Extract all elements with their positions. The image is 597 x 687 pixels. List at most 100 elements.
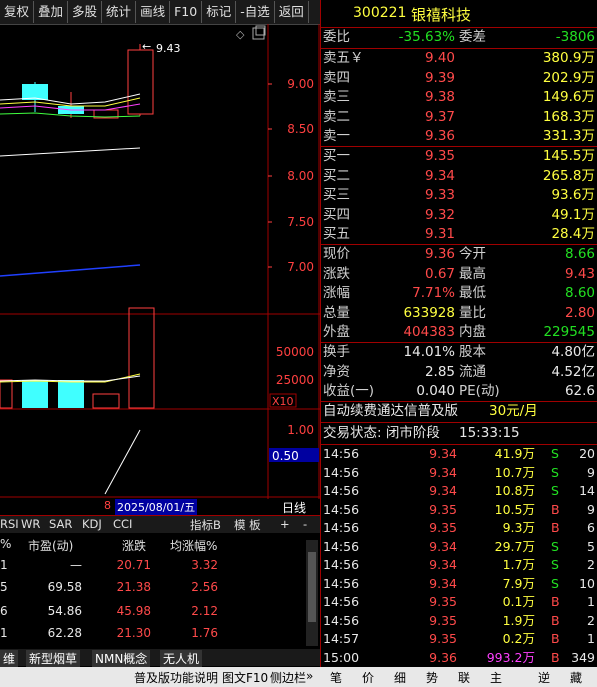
sidebar-link[interactable]: 侧边栏: [270, 669, 306, 686]
tick-row[interactable]: 15:00 9.36 993.2万 B 349: [321, 649, 597, 667]
ask-level[interactable]: 卖一 9.36 331.3万: [321, 127, 597, 147]
ask-level[interactable]: 卖二 9.37 168.3万: [321, 108, 597, 128]
table-row[interactable]: 1 — 20.71 3.32: [0, 558, 300, 576]
bid-level[interactable]: 买三 9.33 93.6万: [321, 186, 597, 206]
col-header[interactable]: 市盈(动): [28, 537, 73, 554]
tab-wr[interactable]: WR: [21, 517, 40, 531]
tick-price: 9.34: [429, 464, 457, 480]
ask-level[interactable]: 卖五￥ 9.40 380.9万: [321, 49, 597, 69]
tick-row[interactable]: 14:56 9.35 10.5万 B 9: [321, 501, 597, 519]
tab-kdj[interactable]: KDJ: [82, 517, 102, 531]
ask-label: 卖三: [323, 89, 350, 105]
tab-indicator-b[interactable]: 指标B: [190, 517, 221, 533]
toolbar-f10-button[interactable]: F10: [170, 1, 203, 23]
expand-arrow-icon[interactable]: »: [306, 669, 313, 683]
toolbar-draw-line-button[interactable]: 画线: [136, 1, 171, 23]
cell: 54.86: [47, 604, 82, 618]
tick-price: 9.35: [429, 501, 457, 517]
tab-sar[interactable]: SAR: [49, 517, 72, 531]
tick-row[interactable]: 14:56 9.35 9.3万 B 6: [321, 519, 597, 537]
ask-level[interactable]: 卖四 9.39 202.9万: [321, 69, 597, 89]
stock-name[interactable]: 银禧科技: [411, 4, 471, 25]
toolbar-multi-stock-button[interactable]: 多股: [68, 1, 103, 23]
tick-row[interactable]: 14:56 9.34 7.9万 S 10: [321, 575, 597, 593]
tick-row[interactable]: 14:56 9.34 1.7万 S 2: [321, 556, 597, 574]
indicator-current-value: 0.50: [272, 449, 299, 463]
tick-direction: S: [551, 446, 559, 461]
tick-price: 9.35: [429, 594, 457, 609]
tick-direction: B: [551, 649, 560, 665]
tab-rsi[interactable]: RSI: [0, 517, 19, 531]
bid-level[interactable]: 买四 9.32 49.1万: [321, 206, 597, 226]
tick-direction: S: [551, 483, 559, 498]
ask-price: 9.37: [424, 108, 455, 125]
table-row[interactable]: 6 54.86 45.98 2.12: [0, 604, 300, 622]
detail-tab[interactable]: 细: [394, 669, 406, 686]
toolbar-overlay-button[interactable]: 叠加: [34, 1, 69, 23]
edition-info-link[interactable]: 普及版功能说明: [134, 669, 218, 686]
col-header[interactable]: 涨跌: [122, 537, 146, 554]
bid-level[interactable]: 买五 9.31 28.4万: [321, 225, 597, 245]
detail-tab[interactable]: 主: [490, 669, 502, 686]
toolbar-back-button[interactable]: 返回: [275, 1, 309, 23]
detail-tab[interactable]: 藏: [570, 669, 582, 686]
table-row[interactable]: 5 69.58 21.38 2.56: [0, 580, 300, 598]
fund-label: 流通: [459, 363, 486, 380]
detail-tab[interactable]: 价: [362, 669, 374, 686]
toolbar-stats-button[interactable]: 统计: [102, 1, 137, 23]
period-label[interactable]: 日线: [282, 499, 306, 516]
promo-banner[interactable]: 自动续费通达信普及版 30元/月: [321, 402, 597, 422]
bid-level[interactable]: 买一 9.35 145.5万: [321, 147, 597, 167]
quote-label: 内盘: [459, 324, 486, 340]
table-scrollbar[interactable]: [306, 540, 318, 646]
zoom-out-button[interactable]: -: [303, 517, 307, 531]
detail-tab[interactable]: 联: [458, 669, 470, 686]
col-header[interactable]: %: [0, 537, 11, 551]
ask-volume: 202.9万: [542, 69, 595, 86]
tick-row[interactable]: 14:56 9.34 10.8万 S 14: [321, 482, 597, 500]
ask-level[interactable]: 卖三 9.38 149.6万: [321, 88, 597, 108]
sector-tab[interactable]: 无人机: [160, 650, 203, 667]
tick-row[interactable]: 14:56 9.34 10.7万 S 9: [321, 464, 597, 482]
ask-label: 卖五￥: [323, 50, 364, 66]
sector-tab[interactable]: 维: [0, 650, 19, 667]
price-axis-label: 7.50: [287, 215, 314, 229]
tick-row[interactable]: 14:56 9.35 0.1万 B 1: [321, 593, 597, 611]
bid-label: 买一: [323, 148, 350, 164]
bid-price: 9.32: [424, 206, 455, 223]
quote-label: 最高: [459, 265, 486, 282]
kline-chart[interactable]: ◇ ← 9.43 9.00 8.50 8.00 7.50 7.00 50000 …: [0, 24, 320, 499]
detail-tab[interactable]: 逆: [538, 669, 550, 686]
toolbar-mark-button[interactable]: 标记: [202, 1, 237, 23]
cell: 6: [0, 604, 8, 618]
tab-template[interactable]: 模 板: [234, 517, 261, 533]
zoom-in-button[interactable]: +: [280, 517, 290, 531]
bid-volume: 28.4万: [551, 226, 595, 242]
scrollbar-thumb[interactable]: [308, 552, 316, 622]
col-header[interactable]: 均涨幅%: [170, 537, 217, 554]
bid-level[interactable]: 买二 9.34 265.8万: [321, 167, 597, 187]
indicator-axis-label: 1.00: [287, 423, 314, 437]
sector-tab[interactable]: 新型烟草: [26, 650, 81, 667]
sector-tab[interactable]: NMN概念: [92, 650, 151, 667]
tick-time: 14:56: [323, 483, 360, 498]
tick-direction: B: [551, 520, 560, 535]
price-axis-label: 9.00: [287, 77, 314, 91]
toolbar-fuquan-button[interactable]: 复权: [0, 1, 35, 23]
tick-price: 9.34: [429, 575, 457, 591]
f10-link[interactable]: 图文F10: [222, 669, 268, 686]
toolbar-watchlist-button[interactable]: -自选: [236, 1, 275, 23]
tick-row[interactable]: 14:56 9.34 41.9万 S 20: [321, 445, 597, 463]
tick-count: 5: [587, 538, 595, 554]
tab-cci[interactable]: CCI: [113, 517, 132, 531]
detail-tab[interactable]: 笔: [330, 669, 342, 686]
tick-row[interactable]: 14:57 9.35 0.2万 B 1: [321, 630, 597, 648]
detail-tab[interactable]: 势: [426, 669, 438, 686]
tick-row[interactable]: 14:56 9.34 29.7万 S 5: [321, 538, 597, 556]
tick-price: 9.35: [429, 612, 457, 628]
table-row[interactable]: 1 62.28 21.30 1.76: [0, 626, 300, 644]
tick-count: 14: [579, 483, 595, 498]
cell: 62.28: [47, 626, 82, 640]
tick-row[interactable]: 14:56 9.35 1.9万 B 2: [321, 612, 597, 630]
stock-header: 300221 银禧科技: [321, 0, 597, 27]
